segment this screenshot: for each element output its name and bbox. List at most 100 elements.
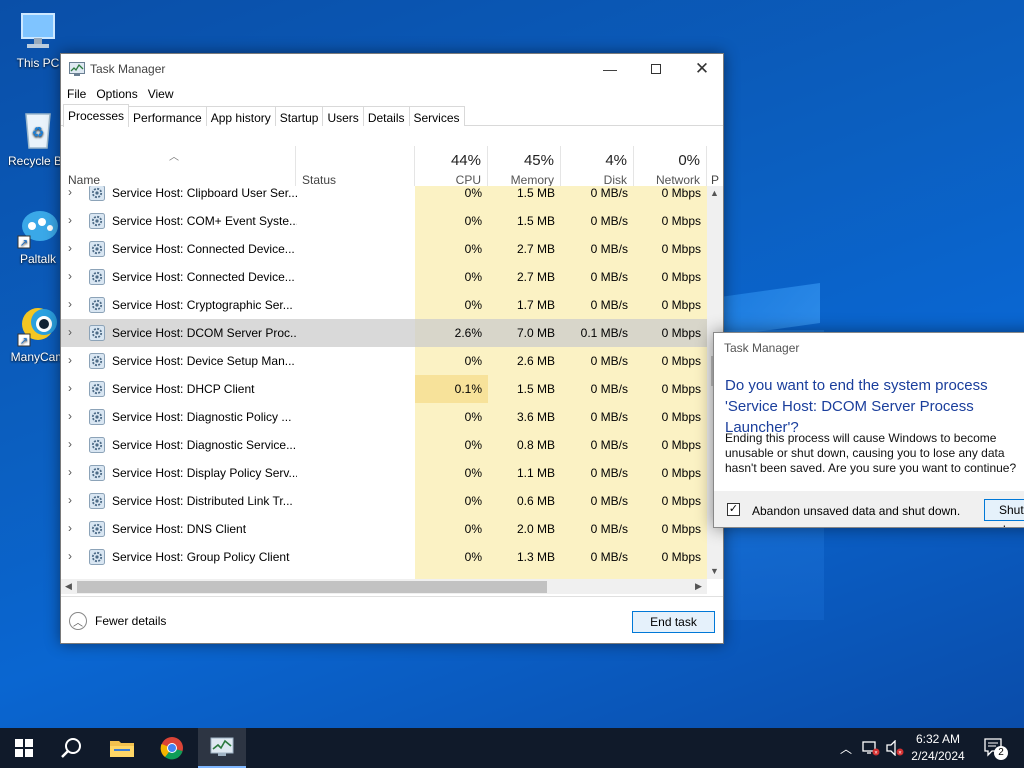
tab-users[interactable]: Users	[322, 106, 364, 126]
close-button[interactable]: ✕	[679, 54, 725, 84]
tab-app-history[interactable]: App history	[205, 106, 276, 126]
dialog-message: Ending this process will cause Windows t…	[725, 431, 1017, 475]
column-header-disk[interactable]: 4% Disk	[561, 146, 634, 187]
computer-icon	[16, 10, 60, 54]
abandon-data-checkbox[interactable]: ✓	[727, 503, 740, 516]
table-row[interactable]: › Service Host: Distributed Link Tr... 0% 0…	[61, 487, 707, 515]
fewer-details-link[interactable]: ︿ Fewer details	[69, 612, 166, 630]
volume-button[interactable]: ×	[884, 728, 906, 768]
memory-value: 1.5 MB	[516, 382, 555, 396]
expand-chevron-icon[interactable]: ›	[68, 241, 78, 255]
abandon-data-label[interactable]: Abandon unsaved data and shut down.	[752, 504, 960, 518]
taskbar-chrome[interactable]	[148, 728, 196, 768]
menu-bar: File Options View	[61, 84, 723, 104]
column-header-status[interactable]: Status	[296, 146, 415, 187]
process-name: Service Host: Connected Device...	[112, 270, 295, 284]
cpu-value: 0%	[464, 410, 482, 424]
column-header-memory[interactable]: 45% Memory	[488, 146, 561, 187]
system-clock[interactable]: 6:32 AM 2/24/2024	[905, 731, 971, 765]
expand-chevron-icon[interactable]: ›	[68, 465, 78, 479]
taskbar-task-manager[interactable]	[198, 728, 246, 768]
expand-chevron-icon[interactable]: ›	[68, 409, 78, 423]
horizontal-scrollbar[interactable]: ◀ ▶	[61, 579, 707, 594]
network-status-button[interactable]: ×	[860, 728, 882, 768]
maximize-button[interactable]	[633, 54, 679, 84]
search-button[interactable]	[48, 728, 96, 768]
expand-chevron-icon[interactable]: ›	[68, 381, 78, 395]
table-row[interactable]: › Service Host: DHCP Client 0.1% 1.5 MB 0 MB…	[61, 375, 707, 403]
table-row[interactable]: › Service Host: Diagnostic Service... 0% 0.…	[61, 431, 707, 459]
expand-chevron-icon[interactable]: ›	[68, 549, 78, 563]
tab-services[interactable]: Services	[408, 106, 465, 126]
desktop-icon-paltalk[interactable]: ↗ Paltalk	[8, 206, 68, 266]
service-host-icon	[89, 353, 105, 369]
folder-icon	[110, 741, 134, 757]
scroll-right-icon[interactable]: ▶	[695, 581, 702, 592]
expand-chevron-icon[interactable]: ›	[68, 493, 78, 507]
service-host-icon	[89, 493, 105, 509]
tab-processes[interactable]: Processes	[63, 104, 130, 127]
show-hidden-icons-button[interactable]: ︿	[836, 728, 856, 768]
checkmark-icon: ✓	[728, 503, 739, 515]
column-header-name[interactable]: ︿ Name	[61, 146, 296, 187]
scroll-down-icon[interactable]: ▼	[710, 566, 719, 576]
network-value: 0 Mbps	[661, 494, 701, 508]
title-bar[interactable]: Task Manager — ✕	[61, 54, 723, 84]
table-row[interactable]: › Service Host: DNS Client 0% 2.0 MB 0 MB/s 0…	[61, 515, 707, 543]
column-header-cpu[interactable]: 44% CPU	[415, 146, 488, 187]
column-header-network[interactable]: 0% Network	[634, 146, 707, 187]
clock-date: 2/24/2024	[911, 749, 965, 763]
table-row[interactable]: › Service Host: Diagnostic Policy ... 0% 3.…	[61, 403, 707, 431]
table-row[interactable]: › Service Host: DCOM Server Proc... 2.6% 7.…	[61, 319, 707, 347]
desktop-icon-this-pc[interactable]: This PC	[8, 10, 68, 70]
cpu-value: 0%	[464, 354, 482, 368]
expand-chevron-icon[interactable]: ›	[68, 269, 78, 283]
svg-text:×: ×	[898, 751, 902, 757]
expand-chevron-icon[interactable]: ›	[68, 353, 78, 367]
scroll-left-icon[interactable]: ◀	[65, 581, 72, 592]
process-name: Service Host: COM+ Event Syste...	[112, 214, 297, 228]
table-row[interactable]: › Service Host: Cryptographic Ser... 0% 1.7…	[61, 291, 707, 319]
disk-value: 0 MB/s	[590, 410, 628, 424]
expand-chevron-icon[interactable]: ›	[68, 437, 78, 451]
expand-chevron-icon[interactable]: ›	[68, 213, 78, 227]
menu-view[interactable]: View	[148, 84, 180, 104]
network-value: 0 Mbps	[661, 410, 701, 424]
action-center-button[interactable]: 2	[980, 728, 1010, 768]
scroll-up-icon[interactable]: ▲	[710, 188, 719, 198]
table-row[interactable]: › Service Host: COM+ Event Syste... 0% 1.5 …	[61, 207, 707, 235]
expand-chevron-icon[interactable]: ›	[68, 297, 78, 311]
memory-value: 1.5 MB	[516, 214, 555, 228]
end-task-button[interactable]: End task	[632, 611, 715, 633]
taskbar-file-explorer[interactable]	[98, 728, 146, 768]
horizontal-scroll-thumb[interactable]	[77, 581, 547, 593]
tab-performance[interactable]: Performance	[128, 106, 207, 126]
desktop-icon-recycle-bin[interactable]: ♻ Recycle Bin	[8, 108, 68, 168]
table-row[interactable]: › Service Host: Group Policy Client 0% 1.3 …	[61, 543, 707, 571]
minimize-button[interactable]: —	[587, 54, 633, 84]
memory-value: 2.7 MB	[516, 242, 555, 256]
table-row[interactable]: › Service Host: Connected Device... 0% 2.7 …	[61, 263, 707, 291]
shut-down-button[interactable]: Shut down	[984, 499, 1024, 527]
tab-details[interactable]: Details	[362, 106, 410, 126]
disk-value: 0 MB/s	[590, 466, 628, 480]
menu-options[interactable]: Options	[96, 84, 143, 104]
expand-chevron-icon[interactable]: ›	[68, 325, 78, 339]
process-name: Service Host: Diagnostic Policy ...	[112, 410, 292, 424]
table-row[interactable]: › Service Host: Connected Device... 0% 2.7 …	[61, 235, 707, 263]
desktop-icon-manycam[interactable]: ↗ ManyCam	[8, 304, 68, 364]
table-row[interactable]: › Service Host: Clipboard User Ser... 0% 1.…	[61, 186, 707, 207]
disk-value: 0 MB/s	[590, 214, 628, 228]
memory-value: 7.0 MB	[516, 326, 555, 340]
menu-file[interactable]: File	[67, 84, 92, 104]
cpu-value: 0%	[464, 466, 482, 480]
column-header-power[interactable]: P	[707, 146, 723, 187]
tab-startup[interactable]: Startup	[274, 106, 324, 126]
table-row[interactable]: › Service Host: Display Policy Serv... 0% 1…	[61, 459, 707, 487]
expand-chevron-icon[interactable]: ›	[68, 521, 78, 535]
task-manager-icon	[69, 62, 85, 76]
table-row[interactable]: › Service Host: Device Setup Man... 0% 2.6 …	[61, 347, 707, 375]
start-button[interactable]	[0, 728, 48, 768]
cpu-value: 0%	[464, 270, 482, 284]
expand-chevron-icon[interactable]: ›	[68, 186, 78, 199]
